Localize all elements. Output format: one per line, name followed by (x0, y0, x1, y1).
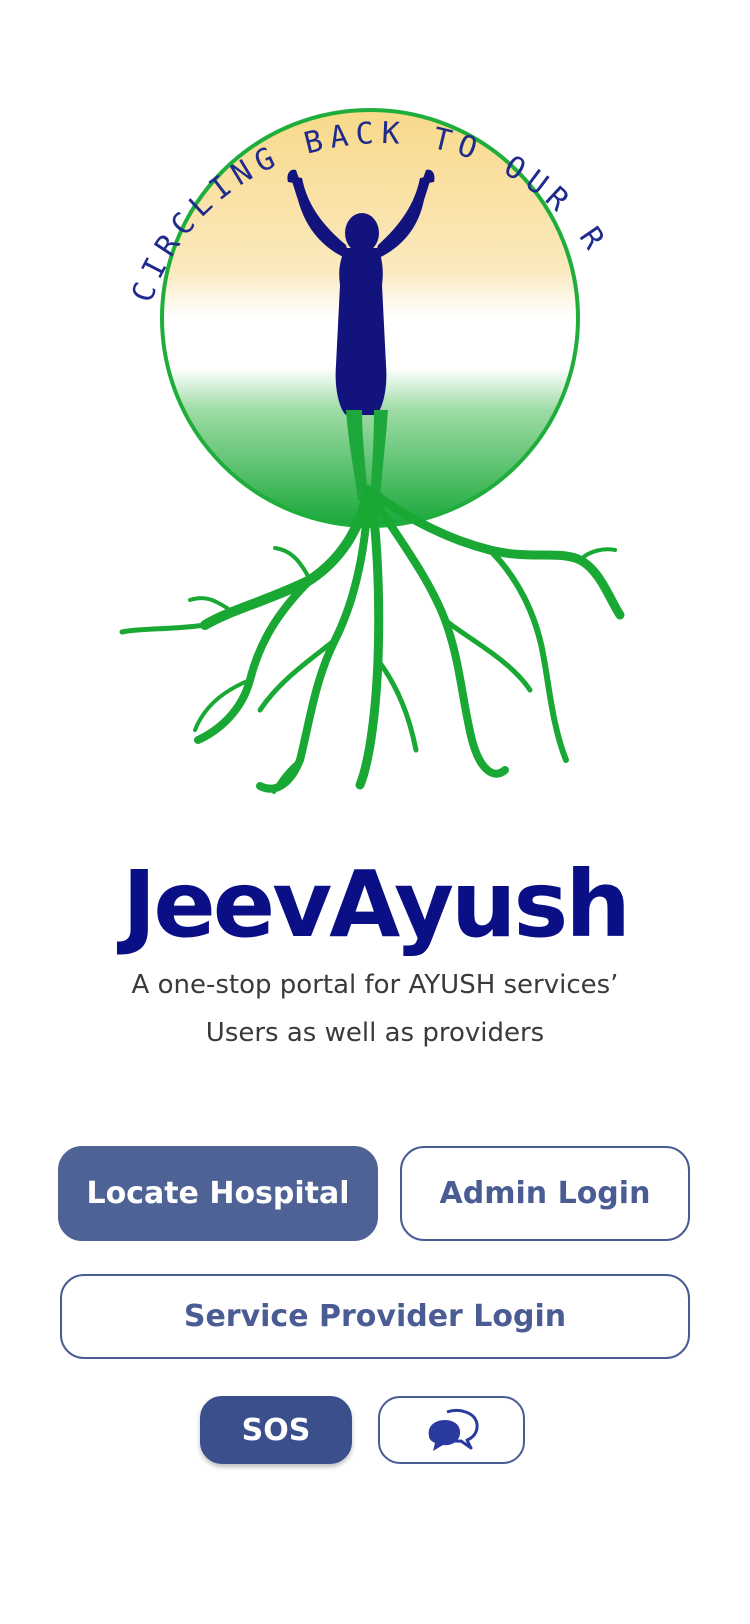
app-title: JeevAyush (122, 851, 631, 958)
tagline-line-2: Users as well as providers (205, 1018, 545, 1048)
tagline-line-1: A one-stop portal for AYUSH services’ (131, 970, 619, 1000)
home-screen: CIRCLING BACK TO OUR ROOTS (0, 0, 750, 1624)
jeevayush-logo: CIRCLING BACK TO OUR ROOTS (110, 80, 650, 820)
roots-logo-graphic: CIRCLING BACK TO OUR ROOTS (110, 80, 625, 794)
service-provider-login-button[interactable]: Service Provider Login (60, 1274, 690, 1359)
roots (119, 485, 625, 794)
chat-bubbles-icon (428, 1409, 479, 1451)
chat-button[interactable] (378, 1396, 525, 1464)
sos-button[interactable]: SOS (200, 1396, 352, 1464)
locate-hospital-button[interactable]: Locate Hospital (58, 1146, 378, 1241)
admin-login-button[interactable]: Admin Login (400, 1146, 690, 1241)
